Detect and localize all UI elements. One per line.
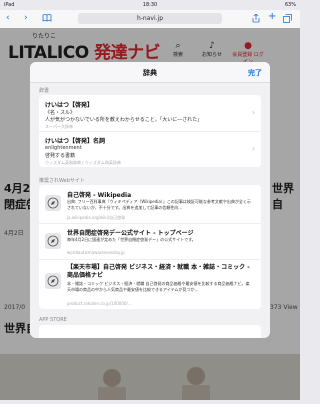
dictionary-entry[interactable]: けいはつ【啓発】名詞 enlightenment 啓発する書籍 ウィズダム英和辞… (39, 131, 261, 167)
web-result[interactable]: 【楽天市場】自己啓発 ビジネス・経済・就職 本・雑誌・コミック - 商品価格ナビ… (39, 259, 261, 309)
clock: 18:30 (142, 2, 158, 8)
appstore-section-header: APP STORE (39, 317, 67, 323)
share-icon[interactable] (252, 13, 260, 26)
dictionary-entry-line2: 啓発する書籍 (45, 153, 76, 159)
forward-button[interactable]: › (24, 13, 28, 23)
dictionary-section-header: 辞書 (39, 88, 50, 94)
web-result-title: 自己啓発 - Wikipedia (67, 192, 132, 199)
web-result-url: worldautismawarenessday.jp (67, 250, 125, 255)
web-result[interactable]: 自己啓発 - Wikipedia 出典: フリー百科事典『ウィキペディア（Wik… (39, 185, 261, 224)
safari-compass-icon (45, 233, 61, 249)
dictionary-entry-source: スーパー大辞林 (45, 124, 73, 129)
web-result-snippet: 出典: フリー百科事典『ウィキペディア（Wikipedia）』この記事は検証可能… (67, 199, 251, 210)
web-results-group: 自己啓発 - Wikipedia 出典: フリー百科事典『ウィキペディア（Wik… (39, 185, 261, 309)
battery-label: 63% (284, 2, 296, 8)
safari-toolbar: ‹ › h-navi.jp + (0, 10, 300, 29)
safari-compass-icon (45, 195, 61, 211)
dictionary-entry-title: けいはつ【啓発】 (45, 102, 94, 109)
web-result-url: ja.wikipedia.org/wiki/自己啓発 (67, 215, 126, 220)
book-icon[interactable] (42, 14, 52, 25)
dictionary-group: けいはつ【啓発】 《名・スル》 人が気がつかないでいる所を教えわからせること。「… (39, 95, 261, 167)
address-bar[interactable]: h-navi.jp (78, 13, 222, 24)
safari-compass-icon (45, 273, 61, 289)
web-result-snippet: 本・雑誌・コミック ビジネス・経済・就職 自己啓発の商品価格や最安値を比較する商… (67, 281, 250, 292)
sheet-header: 辞典 完了 (30, 62, 270, 83)
web-section-header: 推奨されWebサイト (39, 178, 85, 184)
back-button[interactable]: ‹ (6, 13, 10, 23)
dictionary-entry-line1: 《名・スル》 (45, 110, 76, 116)
sheet-title: 辞典 (143, 69, 157, 77)
dictionary-entry-source: ウィズダム英和辞典 | ウィズダム和英辞典 (45, 160, 121, 165)
web-result-snippet: 毎年4月2日に国連が定めた「世界自閉症啓発デー」の公式サイトです。 (67, 237, 196, 242)
done-button[interactable]: 完了 (248, 68, 262, 78)
status-bar: iPad 18:30 63% (0, 0, 300, 10)
lookup-sheet: 辞典 完了 辞書 けいはつ【啓発】 《名・スル》 人が気がつかないでいる所を教え… (30, 62, 270, 338)
chevron-right-icon: › (251, 108, 255, 117)
new-tab-icon[interactable]: + (268, 11, 276, 22)
chevron-right-icon: › (251, 144, 255, 153)
dictionary-entry[interactable]: けいはつ【啓発】 《名・スル》 人が気がつかないでいる所を教えわからせること。「… (39, 95, 261, 132)
web-result-title: 【楽天市場】自己啓発 ビジネス・経済・就職 本・雑誌・コミック - 商品価格ナビ (67, 264, 250, 279)
web-result-title: 世界自閉症啓発デー公式サイト - トップページ (67, 230, 194, 237)
dictionary-entry-line1: enlightenment (45, 145, 82, 151)
dictionary-entry-line2: 人が気がつかないでいる所を教えわからせること。「大いに―された」 (45, 117, 203, 123)
web-result[interactable]: 世界自閉症啓発デー公式サイト - トップページ 毎年4月2日に国連が定めた「世界… (39, 223, 261, 260)
appstore-group (39, 325, 261, 338)
web-result-url: product.rakuten.co.jp/100000/... (67, 301, 132, 306)
dictionary-entry-title: けいはつ【啓発】名詞 (45, 138, 106, 145)
tabs-icon[interactable] (283, 14, 292, 26)
